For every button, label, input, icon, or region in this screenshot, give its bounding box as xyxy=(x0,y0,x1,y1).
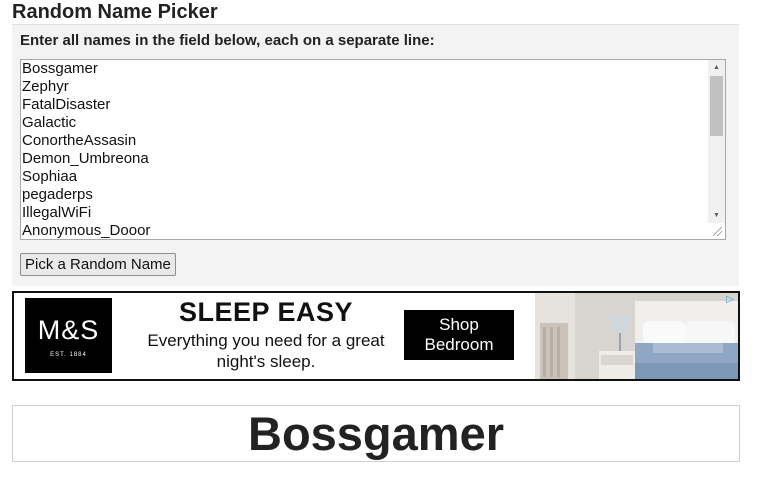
scroll-down-arrow-icon[interactable]: ▼ xyxy=(708,209,725,223)
name-line: Sophiaa xyxy=(22,168,78,185)
scroll-up-arrow-icon[interactable]: ▲ xyxy=(708,61,725,75)
ad-choices-icon[interactable]: ▷ xyxy=(724,294,736,306)
result-box: Bossgamer xyxy=(12,405,740,462)
name-line: FatalDisaster xyxy=(22,96,111,113)
ms-logo-text: M&S xyxy=(37,315,100,345)
pick-random-name-button[interactable]: Pick a Random Name xyxy=(20,253,176,276)
name-line: pegaderps xyxy=(22,186,93,203)
scroll-thumb[interactable] xyxy=(710,76,723,136)
ms-logo: M&S EST. 1884 xyxy=(25,298,112,373)
ms-logo-est: EST. 1884 xyxy=(50,352,87,358)
name-line: IllegalWiFi xyxy=(22,204,92,221)
name-line: Demon_Umbreona xyxy=(22,150,149,167)
names-textarea[interactable]: Bossgamer Zephyr FatalDisaster Galactic … xyxy=(20,59,726,240)
picker-panel: Enter all names in the field below, each… xyxy=(12,24,739,286)
bedroom-photo xyxy=(535,293,738,379)
page-title: Random Name Picker xyxy=(12,1,218,23)
instructions-label: Enter all names in the field below, each… xyxy=(20,32,435,49)
name-line: Bossgamer xyxy=(22,60,98,77)
name-line: Zephyr xyxy=(22,78,69,95)
names-list: Bossgamer Zephyr FatalDisaster Galactic … xyxy=(22,60,151,239)
ad-subline: Everything you need for a great night's … xyxy=(147,331,385,371)
ad-banner[interactable]: M&S EST. 1884 SLEEP EASY Everything you … xyxy=(12,291,740,381)
shop-bedroom-button[interactable]: Shop Bedroom xyxy=(404,310,514,360)
name-line: ConortheAssasin xyxy=(22,132,137,149)
resize-grip-icon[interactable] xyxy=(710,224,724,238)
name-line: Galactic xyxy=(22,114,77,131)
textarea-scrollbar[interactable]: ▲ ▼ xyxy=(708,60,725,223)
ad-headline: SLEEP EASY xyxy=(178,297,354,327)
name-line: Anonymous_Dooor xyxy=(22,222,151,239)
picked-name: Bossgamer xyxy=(248,407,504,460)
